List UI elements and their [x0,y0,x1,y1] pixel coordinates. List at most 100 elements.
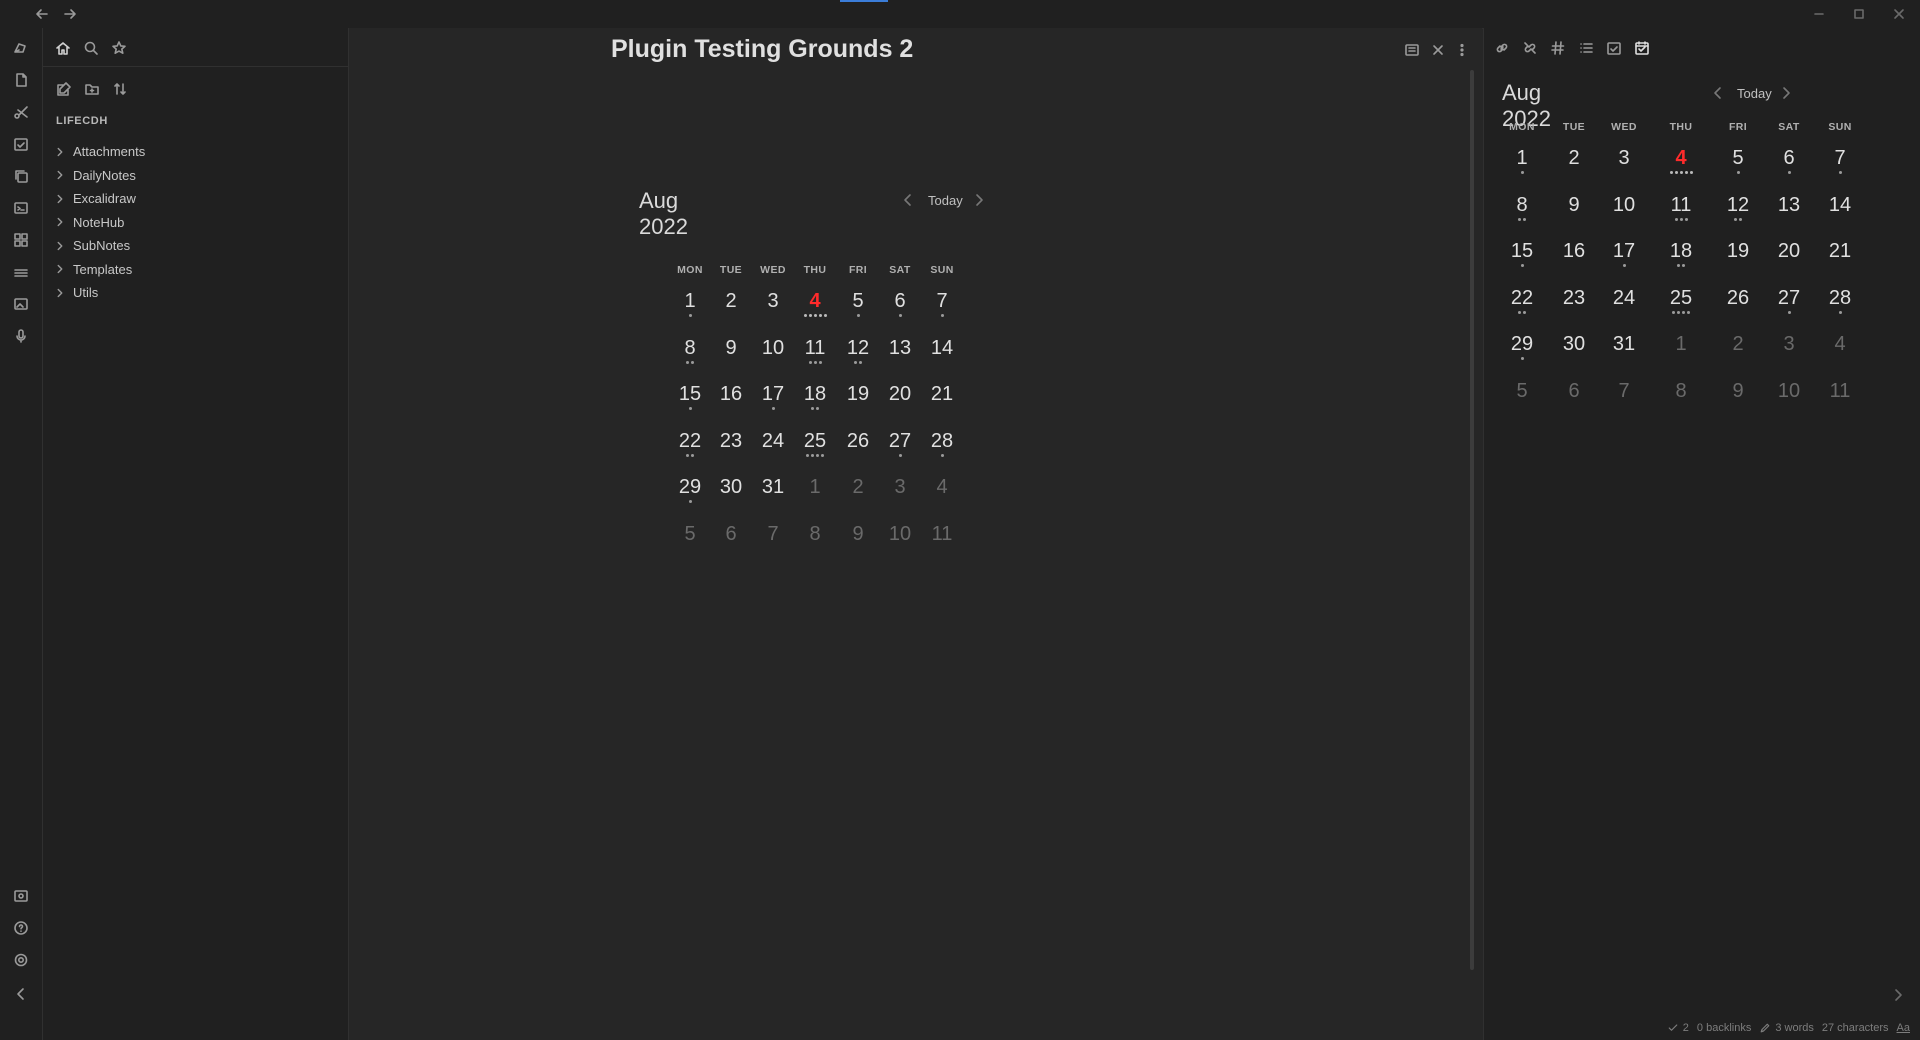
calendar-day[interactable]: 8 [795,522,835,552]
calendar-day[interactable]: 1 [795,475,835,505]
calendar-day[interactable]: 8 [670,336,710,366]
calendar-icon[interactable] [1632,38,1652,58]
reading-view-icon[interactable] [1401,39,1423,61]
outline-icon[interactable] [1576,38,1596,58]
calendar-day[interactable]: 21 [922,382,962,412]
pen-tool-icon[interactable] [11,38,31,58]
calendar-day[interactable]: 23 [1554,286,1594,316]
calendar-day[interactable]: 22 [670,429,710,459]
sort-icon[interactable] [109,78,131,100]
folder-item[interactable]: Utils [53,281,333,305]
maximize-icon[interactable] [1848,4,1870,24]
close-pane-icon[interactable] [1427,39,1449,61]
chevron-right-icon[interactable] [1778,85,1794,101]
calendar-day[interactable]: 28 [922,429,962,459]
search-icon[interactable] [81,38,101,58]
calendar-day[interactable]: 18 [1661,239,1701,269]
folder-item[interactable]: Excalidraw [53,187,333,211]
folder-item[interactable]: Templates [53,258,333,282]
calendar-day[interactable]: 31 [753,475,793,505]
calendar-day[interactable]: 4 [922,475,962,505]
calendar-day[interactable]: 3 [753,289,793,319]
calendar-day[interactable]: 17 [1604,239,1644,269]
calendar-day[interactable]: 20 [880,382,920,412]
image-icon[interactable] [11,294,31,314]
calendar-day[interactable]: 9 [1718,379,1758,409]
calendar-day[interactable]: 11 [795,336,835,366]
note-title[interactable]: Plugin Testing Grounds 2 [611,35,913,64]
scissors-icon[interactable] [11,102,31,122]
calendar-day[interactable]: 26 [1718,286,1758,316]
calendar-day[interactable]: 2 [1554,146,1594,176]
calendar-day[interactable]: 16 [1554,239,1594,269]
calendar-day[interactable]: 15 [1502,239,1542,269]
calendar-day[interactable]: 11 [1820,379,1860,409]
calendar-day[interactable]: 6 [880,289,920,319]
calendar-day[interactable]: 29 [670,475,710,505]
file-icon[interactable] [11,70,31,90]
calendar-day[interactable]: 26 [838,429,878,459]
copy-icon[interactable] [11,166,31,186]
terminal-icon[interactable] [11,198,31,218]
calendar-day[interactable]: 6 [1554,379,1594,409]
calendar-day[interactable]: 9 [1554,193,1594,223]
calendar-day[interactable]: 4 [1820,332,1860,362]
folder-item[interactable]: NoteHub [53,211,333,235]
grid-icon[interactable] [11,230,31,250]
calendar-day[interactable]: 6 [711,522,751,552]
calendar-check-icon[interactable] [1604,38,1624,58]
calendar-day[interactable]: 13 [1769,193,1809,223]
calendar-day[interactable]: 10 [880,522,920,552]
calendar-day[interactable]: 5 [1502,379,1542,409]
calendar-day[interactable]: 11 [1661,193,1701,223]
minimize-icon[interactable] [1808,4,1830,24]
calendar-day[interactable]: 1 [1502,146,1542,176]
calendar-day[interactable]: 25 [1661,286,1701,316]
calendar-day[interactable]: 24 [753,429,793,459]
calendar-day[interactable]: 15 [670,382,710,412]
calendar-day[interactable]: 10 [1604,193,1644,223]
calendar-day[interactable]: 23 [711,429,751,459]
calendar-day[interactable]: 31 [1604,332,1644,362]
back-arrow-icon[interactable] [32,4,52,24]
calendar-check-icon[interactable] [11,134,31,154]
help-icon[interactable] [11,918,31,938]
font-toggle[interactable]: Aa [1897,1022,1910,1034]
calendar-day[interactable]: 27 [1769,286,1809,316]
calendar-day[interactable]: 14 [922,336,962,366]
microphone-icon[interactable] [11,326,31,346]
calendar-day[interactable]: 7 [1604,379,1644,409]
calendar-day[interactable]: 11 [922,522,962,552]
calendar-day[interactable]: 9 [838,522,878,552]
new-note-icon[interactable] [53,78,75,100]
calendar-day[interactable]: 2 [838,475,878,505]
calendar-day[interactable]: 17 [753,382,793,412]
calendar-day[interactable]: 28 [1820,286,1860,316]
unlink-icon[interactable] [1520,38,1540,58]
today-button[interactable]: Today [1737,86,1772,101]
calendar-day[interactable]: 25 [795,429,835,459]
calendar-day[interactable]: 7 [922,289,962,319]
calendar-day[interactable]: 19 [838,382,878,412]
calendar-day[interactable]: 9 [711,336,751,366]
calendar-day[interactable]: 16 [711,382,751,412]
calendar-day[interactable]: 8 [1502,193,1542,223]
expand-right-icon[interactable] [1889,986,1907,1004]
calendar-day[interactable]: 1 [1661,332,1701,362]
hashtag-icon[interactable] [1548,38,1568,58]
vault-icon[interactable] [11,886,31,906]
link-icon[interactable] [1492,38,1512,58]
calendar-day[interactable]: 5 [670,522,710,552]
scrollbar[interactable] [1470,70,1474,970]
chevron-right-icon[interactable] [971,192,987,208]
chevron-left-icon[interactable] [1710,85,1726,101]
calendar-day[interactable]: 30 [1554,332,1594,362]
calendar-day[interactable]: 12 [838,336,878,366]
home-icon[interactable] [53,38,73,58]
calendar-day[interactable]: 8 [1661,379,1701,409]
calendar-day[interactable]: 14 [1820,193,1860,223]
calendar-day[interactable]: 19 [1718,239,1758,269]
today-button[interactable]: Today [928,193,963,208]
calendar-day[interactable]: 18 [795,382,835,412]
sync-status[interactable]: 2 [1667,1022,1689,1034]
